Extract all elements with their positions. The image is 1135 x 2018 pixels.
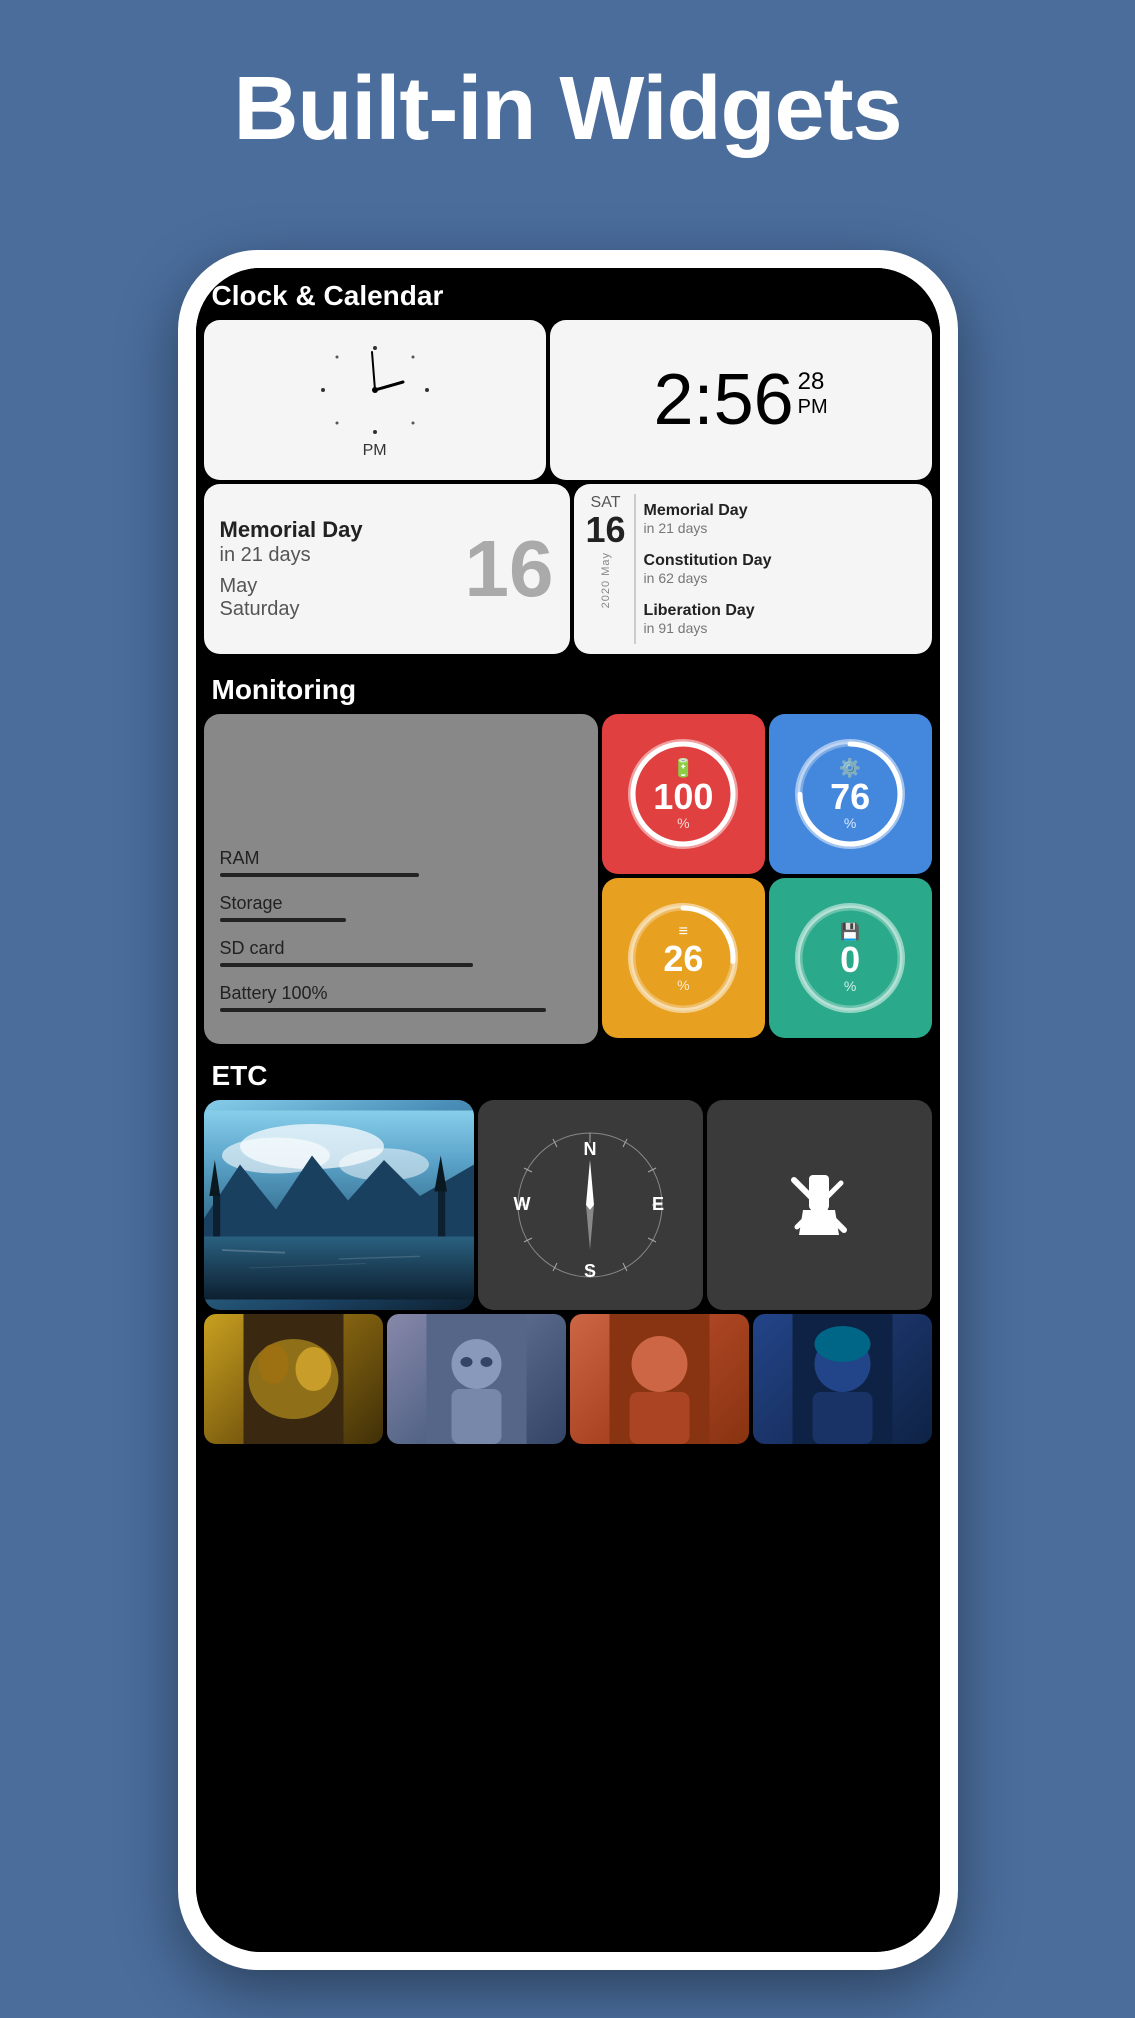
calendar-year-month: 2020 May — [600, 552, 612, 608]
clock-row: PM 2:56 28 PM — [196, 320, 940, 480]
sdcard-bar — [220, 963, 474, 967]
page-title: Built-in Widgets — [40, 60, 1095, 159]
svg-text:E: E — [652, 1194, 664, 1214]
time-hours-minutes: 2:56 — [654, 364, 794, 436]
calendar-right-day-number: 16 — [586, 512, 626, 548]
sdcard-tile[interactable]: 💾 0 % — [769, 878, 932, 1038]
photo1-svg — [204, 1314, 383, 1444]
photo-thumb-4[interactable] — [753, 1314, 932, 1444]
compass-svg: N S E W — [510, 1125, 670, 1285]
ram-circle: ≡ 26 % — [628, 903, 738, 1013]
event-3-days: in 91 days — [644, 620, 920, 636]
storage-bar — [220, 918, 347, 922]
photo3-svg — [570, 1314, 749, 1444]
calendar-month: May — [220, 575, 363, 598]
svg-text:N: N — [584, 1139, 597, 1159]
photo-thumb-1[interactable] — [204, 1314, 383, 1444]
sdcard-label: SD card — [220, 938, 582, 959]
svg-text:W: W — [514, 1194, 531, 1214]
svg-text:S: S — [584, 1261, 596, 1281]
screen-content: Clock & Calendar — [196, 268, 940, 1952]
etc-grid: N S E W — [196, 1100, 940, 1310]
monitoring-label: Monitoring — [196, 662, 940, 714]
time-ampm: PM — [798, 396, 828, 419]
battery-circle: 🔋 100 % — [628, 739, 738, 849]
calendar-events-list: Memorial Day in 21 days Constitution Day… — [634, 494, 920, 644]
photo-thumb-3[interactable] — [570, 1314, 749, 1444]
event-3-name: Liberation Day — [644, 602, 920, 620]
battery-bar — [220, 1008, 546, 1012]
cal-event-1: Memorial Day in 21 days — [644, 502, 920, 536]
analog-clock-ampm: PM — [363, 442, 387, 460]
cpu-tile[interactable]: ⚙️ 76 % — [769, 714, 932, 874]
ram-label: RAM — [220, 848, 582, 869]
monitoring-tiles: 🔋 100 % — [602, 714, 932, 1044]
battery-tile[interactable]: 🔋 100 % — [602, 714, 765, 874]
sdcard-circle: 💾 0 % — [795, 903, 905, 1013]
clock-face — [315, 340, 435, 440]
photo-strip — [196, 1314, 940, 1444]
sdcard-monitor: SD card — [220, 938, 582, 967]
battery-ring-svg — [628, 739, 738, 849]
sdcard-ring-svg — [795, 903, 905, 1013]
cpu-ring-svg — [795, 739, 905, 849]
phone-screen: Clock & Calendar — [196, 268, 940, 1952]
event-2-name: Constitution Day — [644, 552, 920, 570]
cal-event-3: Liberation Day in 91 days — [644, 602, 920, 636]
time-seconds: 28 — [798, 368, 828, 396]
calendar-day-number: 16 — [465, 529, 554, 609]
monitoring-bars-panel: RAM Storage SD card Battery 100% — [204, 714, 598, 1044]
cpu-circle: ⚙️ 76 % — [795, 739, 905, 849]
calendar-day-name: Saturday — [220, 598, 363, 621]
clock-svg — [315, 340, 435, 440]
ram-ring-svg — [628, 903, 738, 1013]
event-2-days: in 62 days — [644, 570, 920, 586]
calendar-right-header: SAT 16 2020 May — [586, 494, 626, 644]
flashlight-svg — [779, 1165, 859, 1245]
etc-section: ETC — [196, 1048, 940, 1444]
etc-label: ETC — [196, 1048, 940, 1100]
clock-calendar-section: Clock & Calendar — [196, 268, 940, 662]
monitoring-section: Monitoring RAM Storage SD card — [196, 662, 940, 1044]
compass-tile[interactable]: N S E W — [478, 1100, 703, 1310]
calendar-days-until: in 21 days — [220, 544, 363, 567]
battery-monitor: Battery 100% — [220, 983, 582, 1012]
calendar-row: Memorial Day in 21 days May Saturday 16 … — [196, 484, 940, 654]
ram-tile[interactable]: ≡ 26 % — [602, 878, 765, 1038]
photo2-svg — [387, 1314, 566, 1444]
event-1-days: in 21 days — [644, 520, 920, 536]
photo4-svg — [753, 1314, 932, 1444]
monitoring-grid: RAM Storage SD card Battery 100% — [196, 714, 940, 1044]
landscape-photo[interactable] — [204, 1100, 474, 1310]
storage-label: Storage — [220, 893, 582, 914]
clock-calendar-label: Clock & Calendar — [196, 268, 940, 320]
time-suffix: 28 PM — [798, 368, 828, 419]
ram-monitor: RAM — [220, 848, 582, 877]
event-1-name: Memorial Day — [644, 502, 920, 520]
photo-thumb-2[interactable] — [387, 1314, 566, 1444]
cal-event-2: Constitution Day in 62 days — [644, 552, 920, 586]
calendar-left-text: Memorial Day in 21 days May Saturday — [220, 517, 363, 620]
calendar-left-widget[interactable]: Memorial Day in 21 days May Saturday 16 — [204, 484, 570, 654]
ram-bar — [220, 873, 419, 877]
digital-time-display: 2:56 28 PM — [654, 364, 828, 436]
battery-label: Battery 100% — [220, 983, 582, 1004]
flashlight-tile[interactable] — [707, 1100, 932, 1310]
phone-frame: Clock & Calendar — [178, 250, 958, 1970]
landscape-scenery — [204, 1100, 474, 1310]
digital-clock-widget[interactable]: 2:56 28 PM — [550, 320, 932, 480]
storage-monitor: Storage — [220, 893, 582, 922]
analog-clock-widget[interactable]: PM — [204, 320, 546, 480]
landscape-svg — [204, 1100, 474, 1310]
calendar-event-name: Memorial Day — [220, 517, 363, 543]
calendar-right-widget[interactable]: SAT 16 2020 May Memorial Day in 21 days … — [574, 484, 932, 654]
page-header: Built-in Widgets — [0, 0, 1135, 189]
